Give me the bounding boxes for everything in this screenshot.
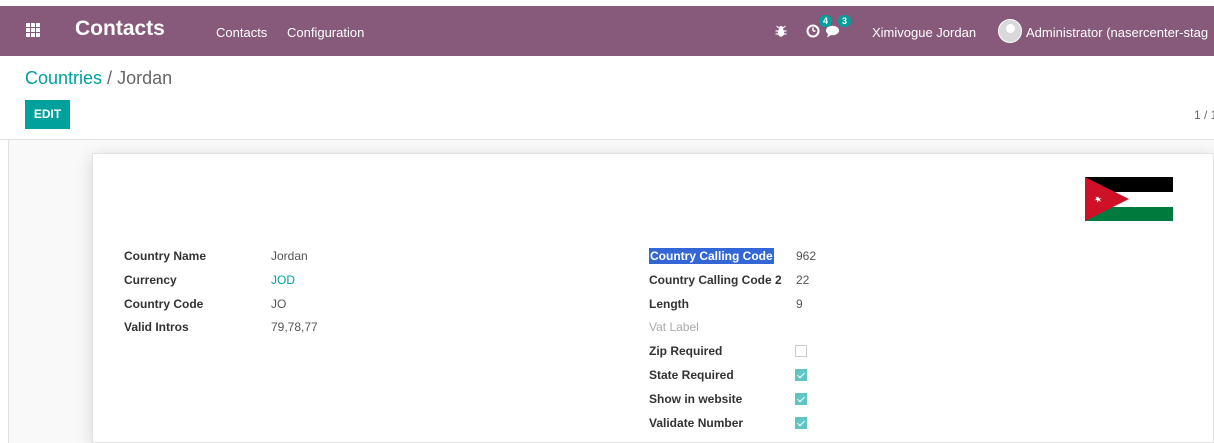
user-menu[interactable]: Administrator (nasercenter-stag (1026, 25, 1208, 40)
country-name-label: Country Name (124, 249, 207, 263)
breadcrumb-countries-link[interactable]: Countries (25, 68, 102, 88)
country-code-value: JO (271, 297, 287, 311)
country-code-label: Country Code (124, 297, 204, 311)
length-label: Length (649, 297, 689, 311)
vat-label-label: Vat Label (649, 320, 699, 334)
apps-grid-icon[interactable] (26, 23, 40, 37)
length-value: 9 (796, 297, 803, 311)
breadcrumb-separator: / (102, 68, 118, 88)
calling-code-2-label: Country Calling Code 2 (649, 273, 782, 287)
zip-required-label: Zip Required (649, 344, 723, 358)
validate-number-label: Validate Number (649, 416, 744, 430)
edit-button[interactable]: EDIT (25, 100, 70, 129)
valid-intros-value: 79,78,77 (271, 320, 318, 334)
message-count-badge: 3 (838, 15, 852, 27)
jordan-flag (1085, 177, 1173, 221)
zip-required-checkbox[interactable] (795, 345, 807, 357)
currency-label: Currency (124, 273, 177, 287)
validate-number-checkbox[interactable] (795, 417, 807, 429)
activity-clock-icon[interactable] (806, 24, 820, 38)
top-navbar: Contacts Contacts Configuration 4 3 Ximi… (0, 0, 1214, 56)
chat-icon[interactable] (825, 25, 840, 38)
valid-intros-label: Valid Intros (124, 320, 189, 334)
country-name-value: Jordan (271, 249, 308, 263)
calling-code-label-text: Country Calling Code (649, 248, 774, 264)
pager-value[interactable]: 1 / 1 (1194, 108, 1214, 122)
calling-code-label: Country Calling Code (649, 248, 774, 264)
show-in-website-checkbox[interactable] (795, 393, 807, 405)
bug-icon[interactable] (775, 25, 787, 38)
calling-code-2-value: 22 (796, 273, 810, 287)
state-required-label: State Required (649, 368, 734, 382)
company-switcher[interactable]: Ximivogue Jordan (872, 25, 976, 40)
menu-configuration[interactable]: Configuration (287, 25, 364, 40)
state-required-checkbox[interactable] (795, 369, 807, 381)
breadcrumb: Countries / Jordan (25, 68, 172, 89)
currency-link[interactable]: JOD (271, 273, 295, 287)
show-in-website-label: Show in website (649, 392, 743, 406)
breadcrumb-current: Jordan (117, 68, 173, 88)
menu-contacts[interactable]: Contacts (216, 25, 267, 40)
avatar-icon[interactable] (998, 19, 1022, 43)
calling-code-value: 962 (796, 249, 817, 263)
app-brand[interactable]: Contacts (75, 17, 165, 41)
